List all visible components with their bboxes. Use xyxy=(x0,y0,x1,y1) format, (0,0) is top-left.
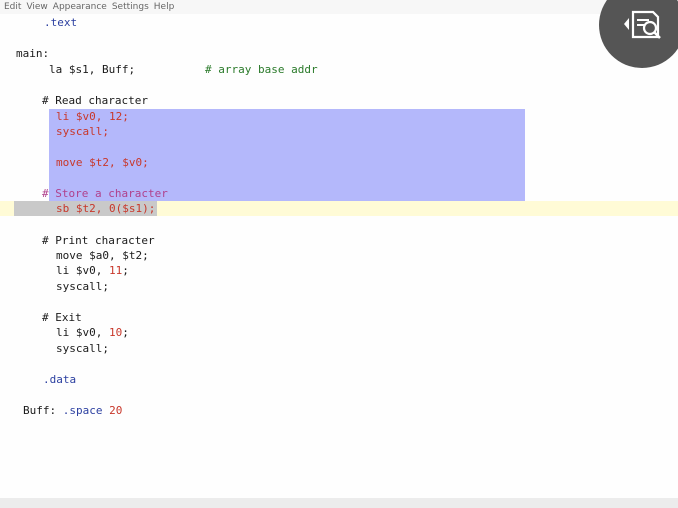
menu-bar: Edit View Appearance Settings Help xyxy=(0,0,678,14)
code-move-a0: move $a0, $t2; xyxy=(56,249,149,262)
comment-exit: # Exit xyxy=(42,311,82,324)
space-size: 20 xyxy=(109,404,123,417)
code-li-print: li $v0, 11; xyxy=(56,264,129,277)
menu-appearance[interactable]: Appearance xyxy=(53,2,107,12)
code-sb-line: sb $t2, 0($s1); xyxy=(56,202,156,215)
status-bar xyxy=(0,498,678,508)
code-la-line: la $s1, Buff; xyxy=(49,63,136,76)
number-11: 11 xyxy=(108,264,123,277)
comment-print: # Print character xyxy=(42,234,155,247)
code-editor[interactable]: .text main: la $s1, Buff; # array base a… xyxy=(0,14,678,498)
menu-view[interactable]: View xyxy=(26,2,47,12)
data-directive: .data xyxy=(43,373,77,386)
menu-settings[interactable]: Settings xyxy=(112,2,149,12)
menu-edit[interactable]: Edit xyxy=(4,2,21,12)
comment-store: # Store a character xyxy=(42,187,168,200)
comment-read: # Read character xyxy=(42,94,148,107)
menu-help[interactable]: Help xyxy=(154,2,175,12)
text-directive: .text xyxy=(44,16,78,29)
code-syscall-3: syscall; xyxy=(56,342,109,355)
buff-declaration: Buff: .space 20 xyxy=(23,404,123,417)
number-10: 10 xyxy=(108,326,123,339)
code-li-read: li $v0, 12; xyxy=(56,110,129,123)
code-syscall-1: syscall; xyxy=(56,125,109,138)
code-li-exit: li $v0, 10; xyxy=(56,326,129,339)
code-move-t2: move $t2, $v0; xyxy=(56,156,149,169)
main-label: main: xyxy=(16,47,50,60)
comment-array-base: # array base addr xyxy=(205,63,318,76)
code-syscall-2: syscall; xyxy=(56,280,109,293)
